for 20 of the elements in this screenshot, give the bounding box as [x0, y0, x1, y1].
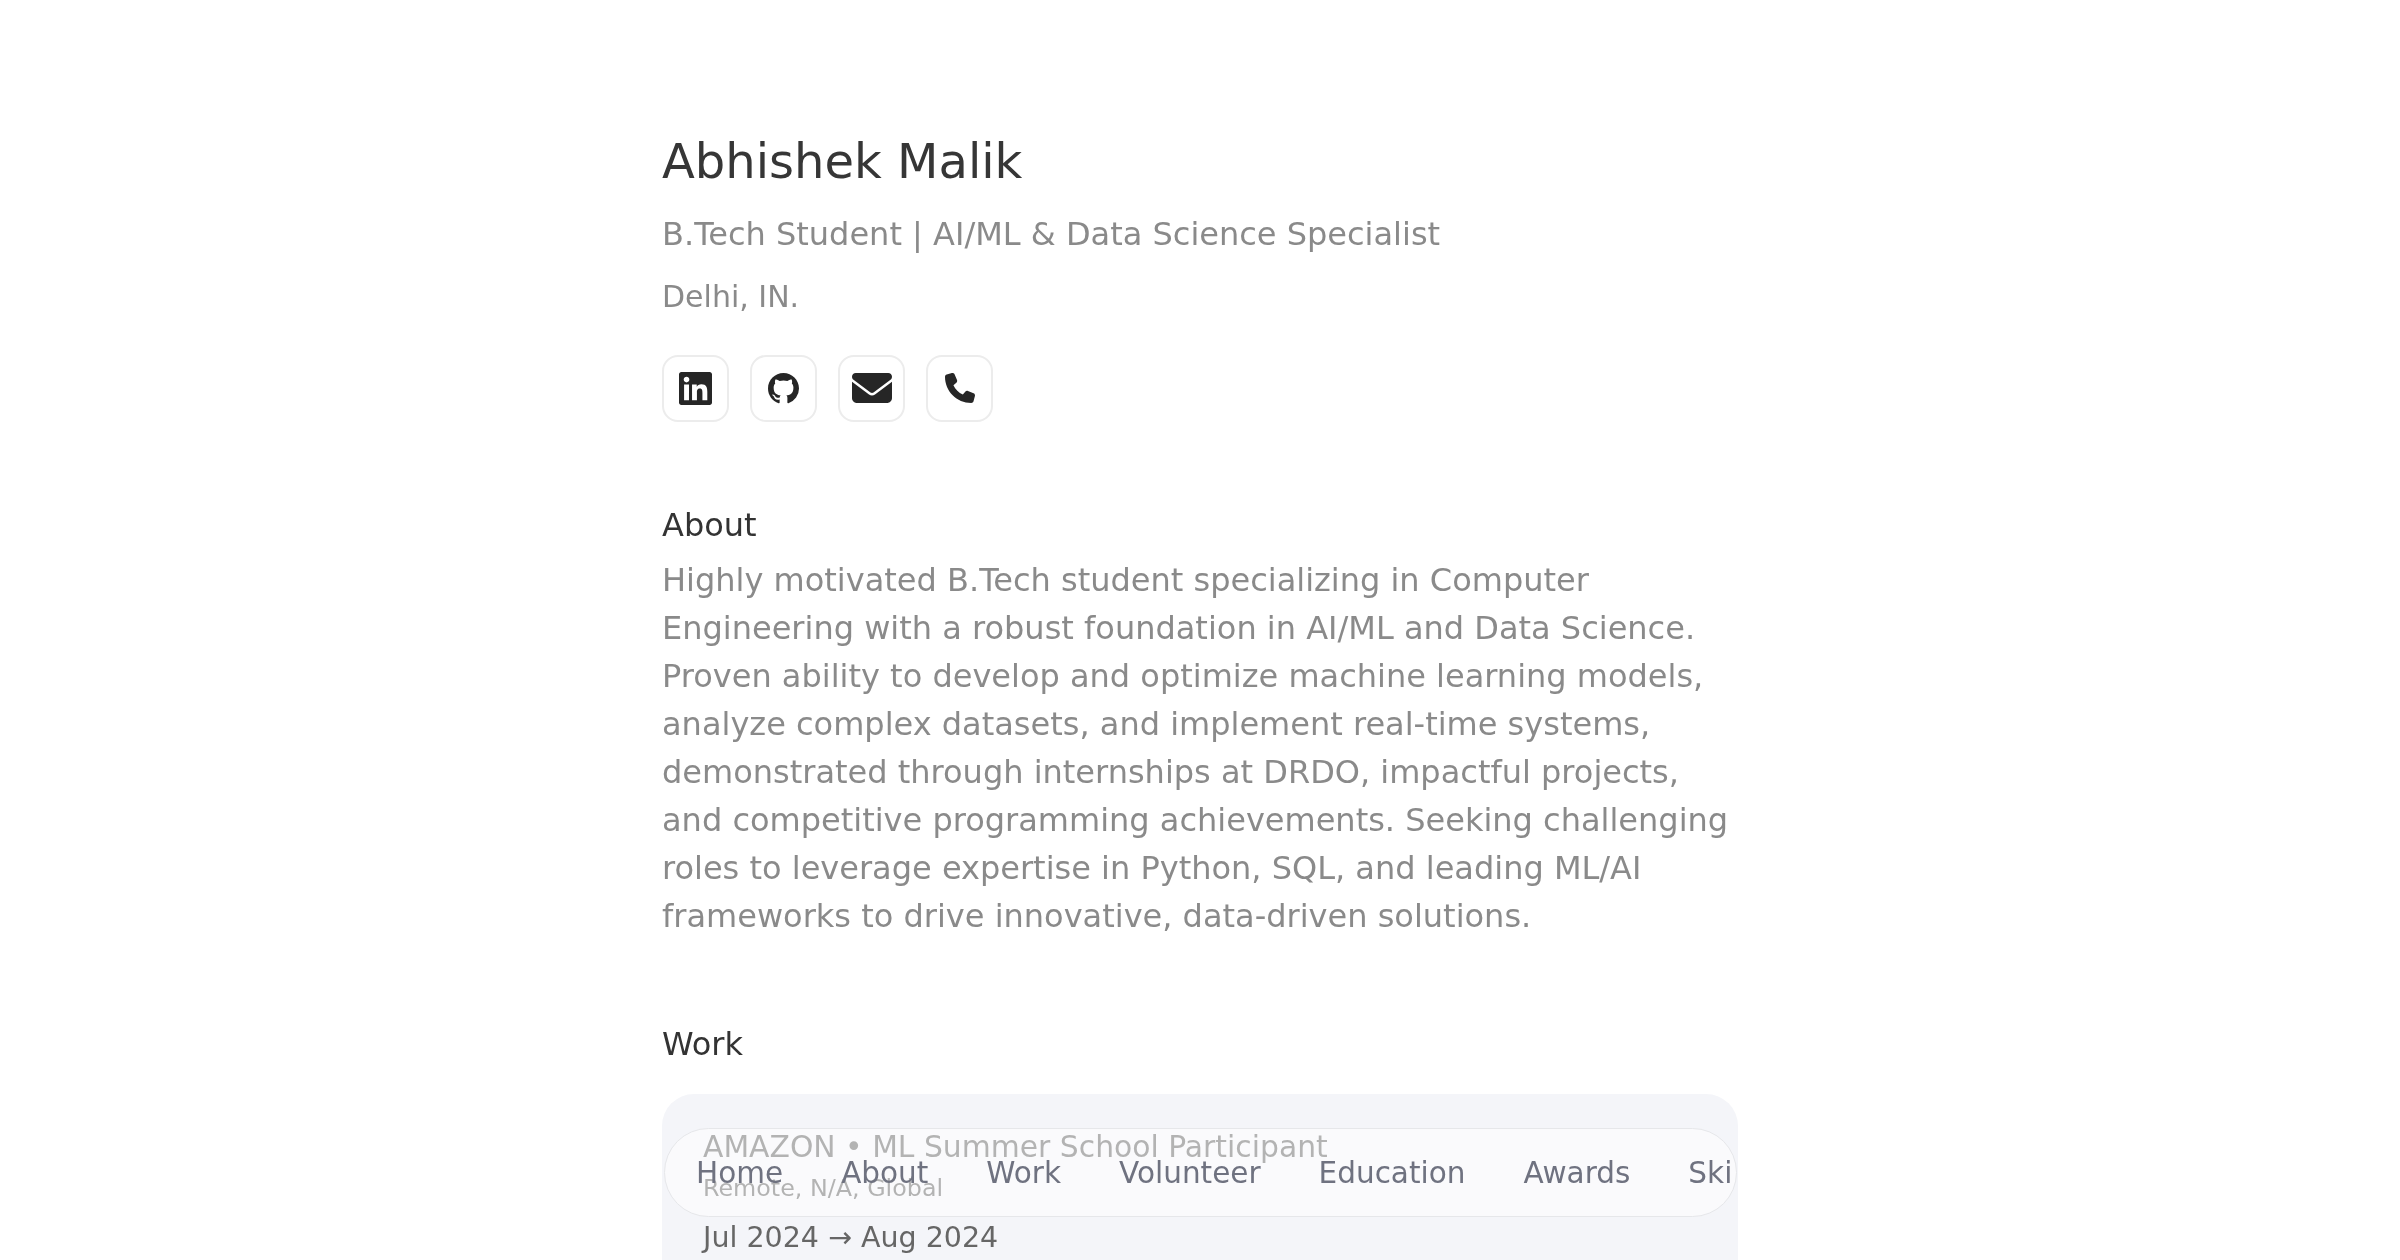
nav-link[interactable]: Ski: [1688, 1161, 1733, 1185]
linkedin-link[interactable]: [662, 354, 729, 422]
phone-link[interactable]: [926, 354, 993, 422]
about-paragraph: Highly motivated B.Tech student specializing in Computer Engineering with a robust foundation in AI/ML and Data Science. Proven ability to develop and optimize machine learning models, analyze complex datasets, and implement real-time systems, demonstrated through internships at DRDO, impactful projects, and competitive programming achievements. Seeking challenging roles to leverage expertise in Python, SQL, and leading ML/AI frameworks to drive innovative, data-driven solutions.: [662, 559, 1730, 937]
job-dates: Jul 2024 → Aug 2024: [703, 1219, 999, 1256]
envelope-icon: [851, 373, 892, 404]
nav-link[interactable]: Education: [1318, 1161, 1466, 1185]
nav-link[interactable]: Volunteer: [1119, 1161, 1261, 1185]
email-link[interactable]: [838, 354, 905, 422]
section-heading: About: [662, 504, 757, 545]
section-heading: Work: [662, 1023, 744, 1064]
phone-icon: [944, 373, 975, 404]
nav-link[interactable]: Work: [986, 1161, 1062, 1185]
linkedin-icon: [679, 371, 712, 405]
nav-link[interactable]: Awards: [1523, 1161, 1631, 1185]
location-text: Delhi, IN.: [662, 277, 800, 316]
headline-text: B.Tech Student | AI/ML & Data Science Specialist: [662, 213, 1441, 254]
github-icon: [768, 372, 799, 404]
person-name: Abhishek Malik: [662, 133, 1023, 191]
github-link[interactable]: [750, 354, 817, 422]
